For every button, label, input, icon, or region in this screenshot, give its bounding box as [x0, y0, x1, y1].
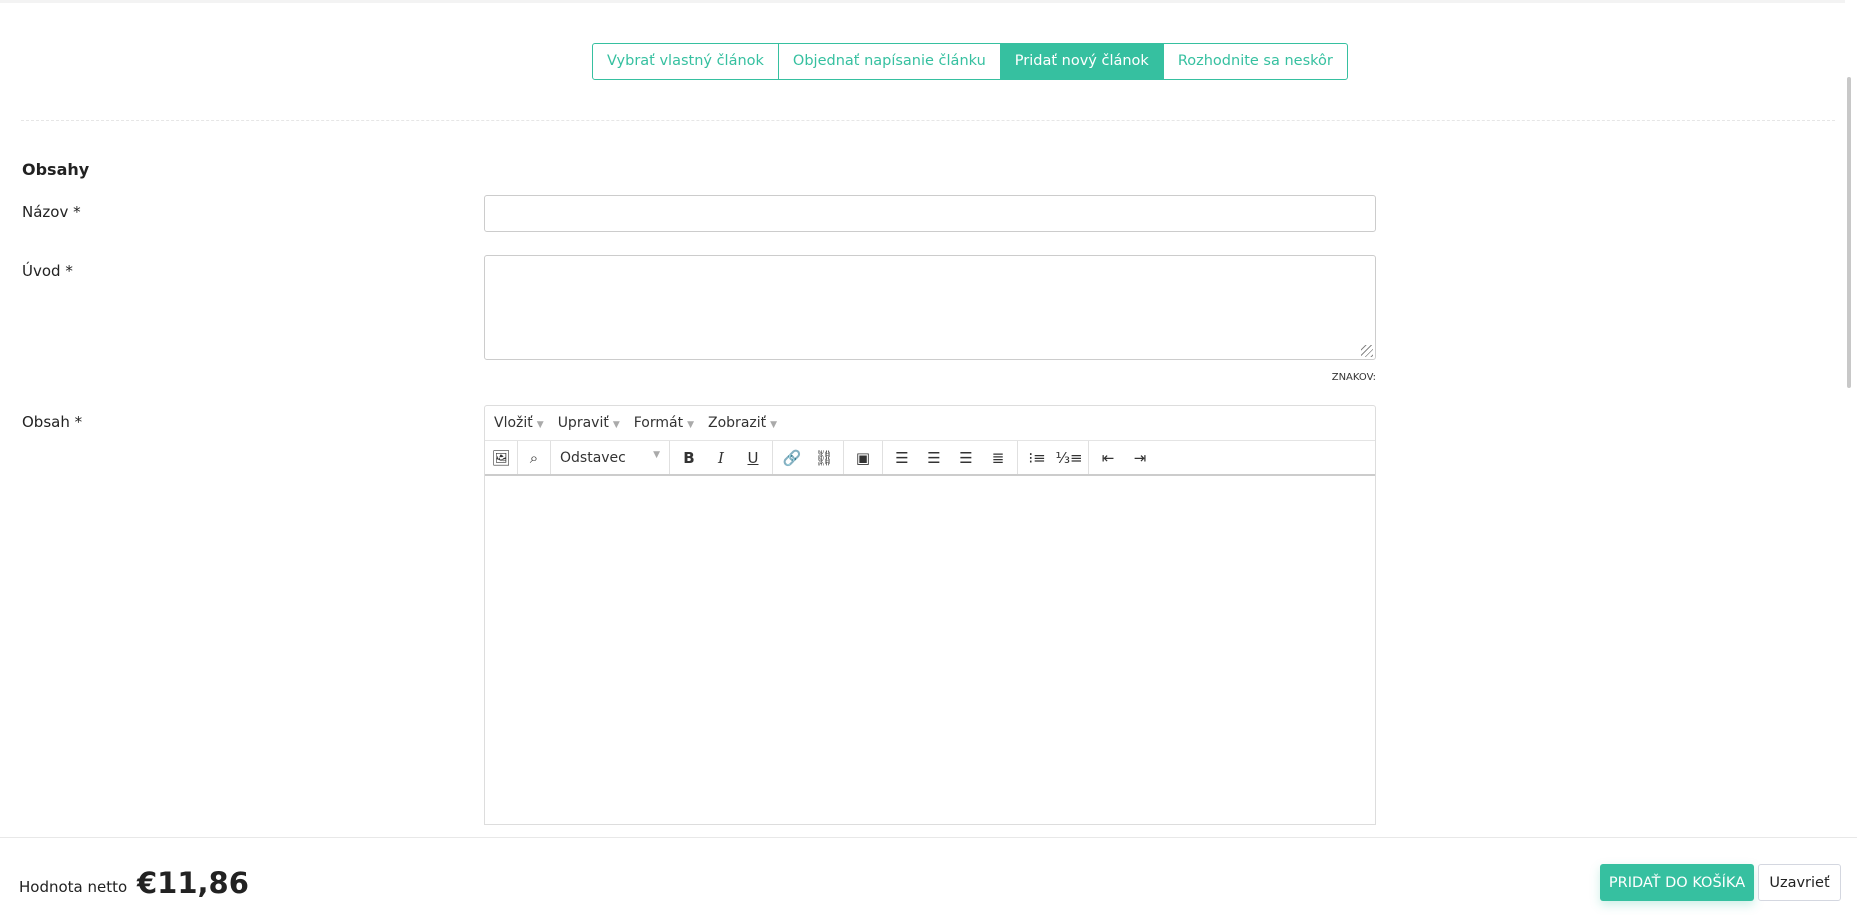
close-button[interactable]: Uzavrieť — [1758, 864, 1841, 901]
footer: Hodnota netto €11,86 PRIDAŤ DO KOŠÍKA Uz… — [0, 837, 1857, 915]
italic-icon[interactable]: I — [705, 444, 737, 472]
intro-textarea[interactable] — [484, 255, 1376, 360]
underline-icon[interactable]: U — [737, 444, 769, 472]
net-price: €11,86 — [137, 866, 249, 900]
numbered-list-icon[interactable]: ⅓≡ — [1053, 444, 1085, 472]
align-center-icon[interactable]: ☰ — [918, 444, 950, 472]
content-label: Obsah * — [22, 413, 83, 431]
align-justify-icon[interactable]: ≣ — [982, 444, 1014, 472]
rich-text-editor: Vložiť ▼ Upraviť ▼ Formát ▼ Zobraziť ▼ 🖼 ⌕ O… — [484, 405, 1376, 825]
top-bar — [0, 0, 1845, 3]
scrollbar-thumb[interactable] — [1847, 77, 1851, 388]
menu-insert[interactable]: Vložiť ▼ — [494, 415, 544, 431]
intro-label: Úvod * — [22, 262, 73, 280]
menu-format[interactable]: Formát ▼ — [634, 415, 694, 431]
add-to-cart-button[interactable]: PRIDAŤ DO KOŠÍKA — [1600, 864, 1754, 901]
caret-down-icon: ▼ — [653, 449, 660, 460]
tab-select-own-article[interactable]: Vybrať vlastný článok — [593, 44, 779, 79]
align-right-icon[interactable]: ☰ — [950, 444, 982, 472]
bold-icon[interactable]: B — [673, 444, 705, 472]
character-counter: ZNAKOV: — [1331, 372, 1376, 383]
indent-icon[interactable]: ⇥ — [1124, 444, 1156, 472]
title-input[interactable] — [484, 195, 1376, 232]
unlink-icon[interactable]: ⛓ — [808, 444, 840, 472]
bullet-list-icon[interactable]: ⁝≡ — [1021, 444, 1053, 472]
caret-down-icon: ▼ — [612, 420, 620, 430]
section-title: Obsahy — [22, 160, 90, 179]
align-left-icon[interactable]: ☰ — [886, 444, 918, 472]
net-value-label: Hodnota netto — [19, 878, 128, 896]
outdent-icon[interactable]: ⇤ — [1092, 444, 1124, 472]
editor-content-area[interactable] — [485, 476, 1375, 824]
caret-down-icon: ▼ — [687, 420, 695, 430]
tab-add-new-article[interactable]: Pridať nový článok — [1000, 44, 1164, 79]
editor-menubar: Vložiť ▼ Upraviť ▼ Formát ▼ Zobraziť ▼ — [485, 406, 1375, 441]
editor-toolbar: 🖼 ⌕ Odstavec ▼ B I U 🔗 ⛓ ▣ ☰ ☰ ☰ ≣ ⁝≡ ⅓≡ … — [485, 441, 1375, 476]
caret-down-icon: ▼ — [770, 420, 778, 430]
menu-edit[interactable]: Upraviť ▼ — [558, 415, 620, 431]
tab-decide-later[interactable]: Rozhodnite sa neskôr — [1164, 44, 1347, 79]
article-option-tabs: Vybrať vlastný článok Objednať napísanie… — [592, 43, 1348, 80]
divider — [21, 120, 1835, 121]
menu-view[interactable]: Zobraziť ▼ — [708, 415, 777, 431]
resize-handle-icon[interactable] — [1361, 345, 1373, 357]
block-format-select[interactable]: Odstavec ▼ — [554, 450, 666, 466]
tab-order-article-writing[interactable]: Objednať napísanie článku — [779, 44, 1001, 79]
caret-down-icon: ▼ — [536, 420, 544, 430]
media-icon[interactable]: ▣ — [847, 444, 879, 472]
title-label: Názov * — [22, 203, 81, 221]
link-icon[interactable]: 🔗 — [776, 444, 808, 472]
image-icon[interactable]: 🖼 — [485, 444, 517, 472]
find-binoculars-icon[interactable]: ⌕ — [518, 444, 550, 472]
